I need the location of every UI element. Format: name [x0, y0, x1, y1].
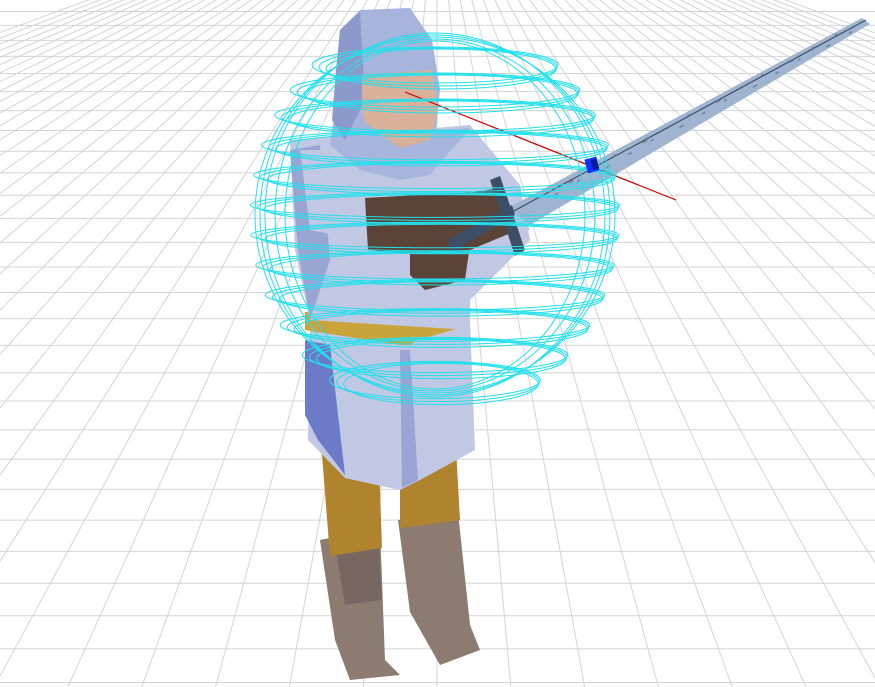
grid-line — [726, 0, 875, 66]
grid-line — [0, 0, 218, 127]
grid-line — [0, 0, 195, 103]
sword-pommel — [448, 237, 462, 251]
grid-line — [749, 0, 875, 52]
right-boot — [398, 512, 480, 665]
scene-canvas[interactable] — [0, 0, 875, 687]
game-viewport[interactable] — [0, 0, 875, 687]
grid-line — [540, 0, 875, 410]
grid-line — [564, 0, 875, 313]
grid-line — [0, 0, 241, 157]
grid-line — [0, 0, 148, 66]
grid-line — [0, 0, 276, 218]
grid-line — [0, 0, 252, 174]
grid-line — [0, 0, 125, 51]
grid-line — [0, 0, 90, 34]
grid-line — [703, 0, 875, 83]
